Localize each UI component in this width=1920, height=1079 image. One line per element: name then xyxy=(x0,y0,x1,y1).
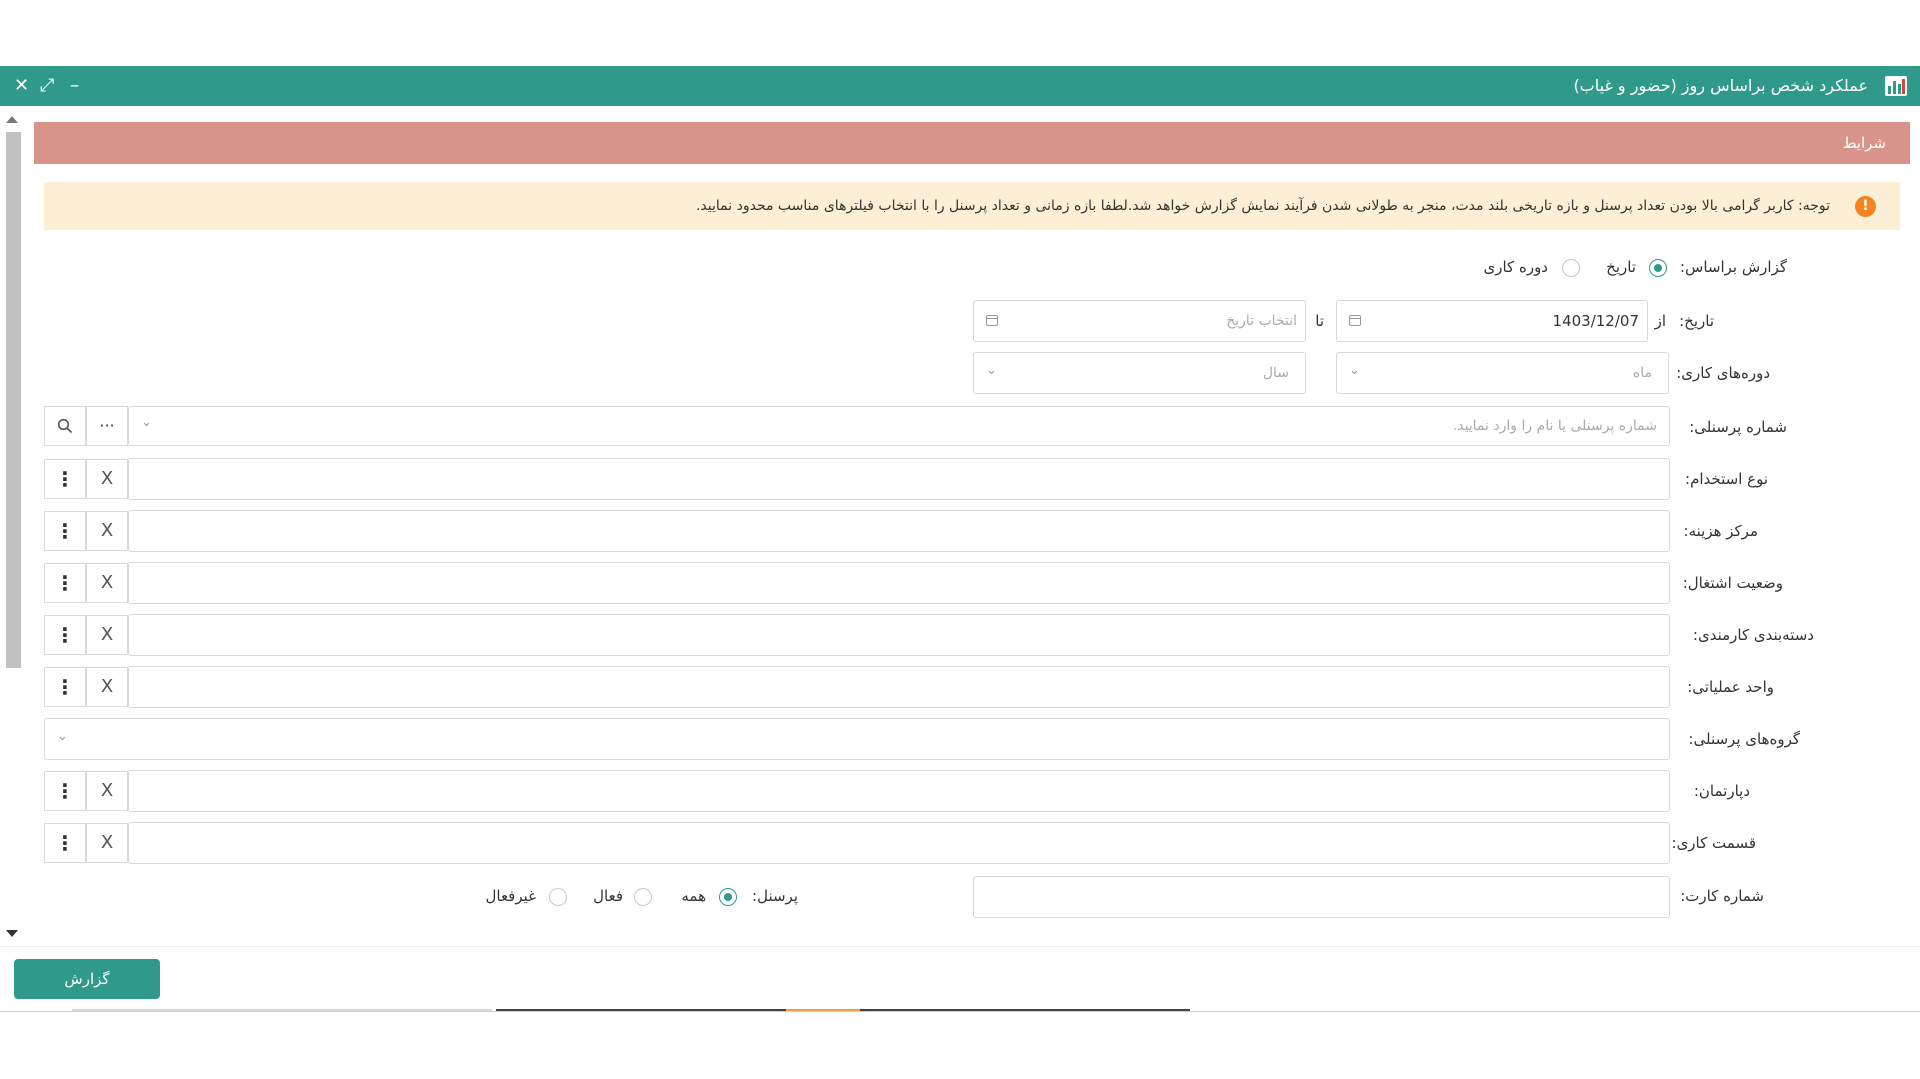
calendar-icon[interactable] xyxy=(1349,315,1361,326)
window-title: عملکرد شخص براساس روز (حضور و غیاب) xyxy=(1573,76,1868,95)
clear-button[interactable]: X xyxy=(86,459,128,499)
title-bar: عملکرد شخص براساس روز (حضور و غیاب) ✕ ⤢ … xyxy=(0,66,1920,106)
work-section-label: قسمت کاری: xyxy=(1671,834,1756,852)
more-options-button[interactable]: ··· xyxy=(86,406,128,446)
search-icon xyxy=(57,418,73,434)
card-number-input[interactable] xyxy=(973,876,1670,918)
kebab-menu-icon[interactable]: ⋮ xyxy=(44,563,86,603)
close-icon[interactable]: ✕ xyxy=(14,66,29,106)
clear-button[interactable]: X xyxy=(86,667,128,707)
employment-type-input[interactable] xyxy=(128,458,1670,500)
department-label: دپارتمان: xyxy=(1693,782,1750,800)
date-from-value: 1403/12/07 xyxy=(1552,312,1639,330)
radio-work-period[interactable] xyxy=(1562,259,1580,277)
month-select[interactable]: ماه ⌄ xyxy=(1336,352,1669,394)
radio-active-label: فعال xyxy=(593,887,623,905)
report-basis-label: گزارش براساس: xyxy=(1679,258,1787,276)
card-number-label: شماره کارت: xyxy=(1680,887,1764,905)
date-from-label: از xyxy=(1654,312,1666,330)
personnel-groups-select[interactable]: ⌄ xyxy=(44,718,1670,760)
personnel-filter-label: پرسنل: xyxy=(752,887,798,905)
radio-all[interactable] xyxy=(719,888,737,906)
search-button[interactable] xyxy=(44,406,86,446)
warning-notice: ! توجه: کاربر گرامی بالا بودن تعداد پرسن… xyxy=(44,182,1900,230)
job-status-label: وضعیت اشتغال: xyxy=(1682,574,1783,592)
kebab-menu-icon[interactable]: ⋮ xyxy=(44,823,86,863)
divider xyxy=(496,1009,786,1011)
personnel-number-placeholder: شماره پرسنلی یا نام را وارد نمایید. xyxy=(1452,418,1657,434)
month-placeholder: ماه xyxy=(1632,365,1652,381)
date-to-label: تا xyxy=(1315,312,1324,330)
job-status-input[interactable] xyxy=(128,562,1670,604)
date-label: تاریخ: xyxy=(1679,312,1714,330)
radio-date-label: تاریخ xyxy=(1606,258,1636,276)
report-button[interactable]: گزارش xyxy=(14,959,160,999)
kebab-menu-icon[interactable]: ⋮ xyxy=(44,615,86,655)
conditions-section-header: شرایط xyxy=(34,122,1910,164)
kebab-menu-icon[interactable]: ⋮ xyxy=(44,459,86,499)
action-bar xyxy=(0,946,1920,1011)
report-window: عملکرد شخص براساس روز (حضور و غیاب) ✕ ⤢ … xyxy=(0,66,1920,1012)
kebab-menu-icon[interactable]: ⋮ xyxy=(44,667,86,707)
department-input[interactable] xyxy=(128,770,1670,812)
personnel-groups-label: گروه‌های پرسنلی: xyxy=(1688,730,1800,748)
radio-inactive-label: غیرفعال xyxy=(485,887,536,905)
personnel-number-label: شماره پرسنلی: xyxy=(1689,418,1787,436)
cost-center-label: مرکز هزینه: xyxy=(1683,522,1758,540)
cost-center-input[interactable] xyxy=(128,510,1670,552)
kebab-menu-icon[interactable]: ⋮ xyxy=(44,771,86,811)
periods-label: دوره‌های کاری: xyxy=(1676,364,1770,382)
clear-button[interactable]: X xyxy=(86,563,128,603)
work-section-input[interactable] xyxy=(128,822,1670,864)
clear-button[interactable]: X xyxy=(86,615,128,655)
chart-app-icon xyxy=(1885,76,1907,96)
chevron-down-icon[interactable]: ⌄ xyxy=(986,363,997,378)
year-placeholder: سال xyxy=(1262,365,1289,381)
divider xyxy=(72,1009,492,1011)
employment-type-label: نوع استخدام: xyxy=(1685,470,1768,488)
radio-active[interactable] xyxy=(634,888,652,906)
clear-button[interactable]: X xyxy=(86,823,128,863)
operating-unit-input[interactable] xyxy=(128,666,1670,708)
operating-unit-label: واحد عملیاتی: xyxy=(1687,678,1774,696)
year-select[interactable]: سال ⌄ xyxy=(973,352,1306,394)
date-from-input[interactable]: 1403/12/07 xyxy=(1336,300,1648,342)
chevron-down-icon[interactable]: ⌄ xyxy=(1349,363,1360,378)
clear-button[interactable]: X xyxy=(86,771,128,811)
personnel-number-input[interactable]: شماره پرسنلی یا نام را وارد نمایید. ⌄ xyxy=(128,406,1670,446)
maximize-icon[interactable]: ⤢ xyxy=(40,66,54,106)
clear-button[interactable]: X xyxy=(86,511,128,551)
date-to-input[interactable]: انتخاب تاریخ xyxy=(973,300,1306,342)
date-to-placeholder: انتخاب تاریخ xyxy=(1226,313,1297,329)
divider xyxy=(786,1009,860,1011)
scroll-thumb[interactable] xyxy=(6,132,21,668)
employee-category-input[interactable] xyxy=(128,614,1670,656)
radio-date[interactable] xyxy=(1649,259,1667,277)
scroll-down-arrow-icon[interactable] xyxy=(6,930,18,937)
minimize-icon[interactable]: – xyxy=(70,66,79,106)
scroll-up-arrow-icon[interactable] xyxy=(6,116,18,123)
divider xyxy=(860,1009,1190,1011)
notice-text: توجه: کاربر گرامی بالا بودن تعداد پرسنل … xyxy=(695,198,1830,214)
radio-work-period-label: دوره کاری xyxy=(1483,258,1549,276)
calendar-icon[interactable] xyxy=(986,315,998,326)
section-title: شرایط xyxy=(1842,134,1886,152)
radio-inactive[interactable] xyxy=(549,888,567,906)
chevron-down-icon[interactable]: ⌄ xyxy=(141,415,152,430)
kebab-menu-icon[interactable]: ⋮ xyxy=(44,511,86,551)
radio-all-label: همه xyxy=(681,887,706,905)
employee-category-label: دسته‌بندی کارمندی: xyxy=(1692,626,1814,644)
chevron-down-icon[interactable]: ⌄ xyxy=(57,729,68,744)
warning-icon: ! xyxy=(1855,196,1876,217)
